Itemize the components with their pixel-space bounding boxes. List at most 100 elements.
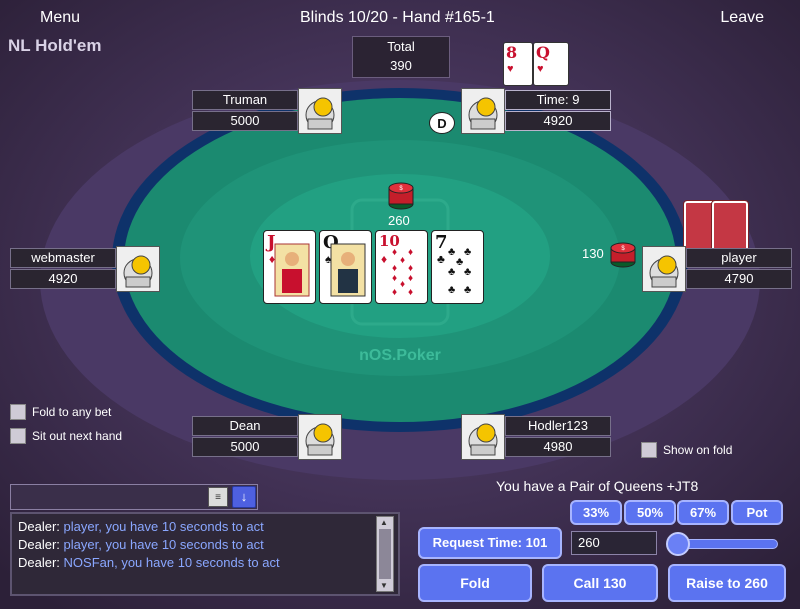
svg-text:♦: ♦ <box>400 255 405 266</box>
chat-scrollbar[interactable]: ▲ ▼ <box>376 516 394 592</box>
bet-amount-input[interactable]: 260 <box>571 531 657 555</box>
seat-name: Hodler123 <box>505 416 611 436</box>
scroll-up-icon[interactable]: ▲ <box>380 518 388 527</box>
seat-player[interactable]: player 4790 <box>642 246 792 292</box>
astronaut-icon <box>305 423 335 456</box>
opponent-hole-card: Q ♥ <box>533 42 569 86</box>
astronaut-icon <box>305 97 335 130</box>
checkbox[interactable] <box>10 404 26 420</box>
pip-pattern: ♣ ♣ ♣ ♣ ♣ ♣ ♣ <box>448 246 471 296</box>
board-card: Q ♠ <box>319 230 372 304</box>
fold-button[interactable]: Fold <box>418 564 532 602</box>
board-card: 10 ♦ ♦ ♦ ♦ ♦ ♦ ♦ ♦ ♦ ♦ ♦ <box>375 230 428 304</box>
slider-handle[interactable] <box>666 532 690 556</box>
avatar <box>298 414 342 460</box>
checkbox[interactable] <box>10 428 26 444</box>
seat-stack: 4920 <box>10 269 116 289</box>
seat-name: Time: 9 <box>505 90 611 110</box>
avatar <box>461 414 505 460</box>
avatar <box>642 246 686 292</box>
board-card: J ♦ <box>263 230 316 304</box>
seat-stack: 5000 <box>192 111 298 131</box>
request-time-button[interactable]: Request Time: 101 <box>418 527 562 559</box>
seat-stack: 4980 <box>505 437 611 457</box>
scroll-down-icon[interactable]: ▼ <box>380 581 388 590</box>
chat-send-button[interactable]: ↓ <box>232 486 256 508</box>
avatar <box>298 88 342 134</box>
seat-name: Dean <box>192 416 298 436</box>
card-rank: 8 <box>506 43 518 62</box>
raise-button[interactable]: Raise to 260 <box>668 564 786 602</box>
checkbox-label: Sit out next hand <box>32 429 123 443</box>
seat-hodler123[interactable]: Hodler123 4980 <box>461 414 611 460</box>
seat-timer[interactable]: Time: 9 4920 <box>461 88 611 134</box>
pip-pattern: ♦ ♦ ♦ ♦ ♦ ♦ ♦ ♦ ♦ ♦ <box>392 247 413 297</box>
bet-33-percent-button[interactable]: 33% <box>570 500 622 525</box>
total-pot-value: 390 <box>390 58 412 73</box>
seat-name: Truman <box>192 90 298 110</box>
seat-stack: 5000 <box>192 437 298 457</box>
show-on-fold-option[interactable]: Show on fold <box>641 442 732 458</box>
checkbox-label: Fold to any bet <box>32 405 112 419</box>
chat-sender: Dealer: <box>18 537 60 552</box>
chat-sender: Dealer: <box>18 519 60 534</box>
chat-line: Dealer: player, you have 10 seconds to a… <box>18 518 392 536</box>
astronaut-icon <box>649 255 679 288</box>
opponent-hole-card: 8 ♥ <box>503 42 533 86</box>
bet-67-percent-button[interactable]: 67% <box>677 500 729 525</box>
seat-stack: 4790 <box>686 269 792 289</box>
chat-message: player, you have 10 seconds to act <box>59 519 264 534</box>
astronaut-icon <box>468 423 498 456</box>
svg-text:♦: ♦ <box>392 273 397 284</box>
board-card: 7 ♣ ♣ ♣ ♣ ♣ ♣ ♣ ♣ <box>431 230 484 304</box>
svg-text:♣: ♣ <box>448 246 455 258</box>
chat-message: NOSFan, you have 10 seconds to act <box>59 555 280 570</box>
fold-to-any-bet-option[interactable]: Fold to any bet <box>10 404 111 420</box>
svg-text:♦: ♦ <box>400 279 405 290</box>
bet-slider[interactable] <box>666 532 782 556</box>
blinds-label: Blinds 10/20 - Hand #165-1 <box>300 9 495 26</box>
chat-options-icon[interactable]: ≡ <box>208 487 228 507</box>
seat-dean[interactable]: Dean 5000 <box>192 414 342 460</box>
center-pot-amount: 260 <box>388 213 410 228</box>
scrollbar-thumb[interactable] <box>379 529 391 579</box>
seat-truman[interactable]: Truman 5000 <box>192 88 342 134</box>
chip-stack-icon: $ <box>610 242 636 268</box>
face-card-art <box>274 243 310 297</box>
leave-button[interactable]: Leave <box>720 9 764 27</box>
table-brand: nOS.Poker <box>359 347 441 364</box>
svg-text:♣: ♣ <box>456 256 463 268</box>
svg-text:♣: ♣ <box>448 284 455 296</box>
face-card-art <box>330 243 366 297</box>
checkbox[interactable] <box>641 442 657 458</box>
bet-50-percent-button[interactable]: 50% <box>624 500 676 525</box>
sit-out-next-hand-option[interactable]: Sit out next hand <box>10 428 122 444</box>
svg-text:♦: ♦ <box>392 247 397 258</box>
chat-line: Dealer: player, you have 10 seconds to a… <box>18 536 392 554</box>
svg-text:♣: ♣ <box>448 266 455 278</box>
dealer-button: D <box>429 112 455 134</box>
chip-stack-icon: $ <box>388 182 414 210</box>
astronaut-icon <box>123 255 153 288</box>
chat-log: Dealer: player, you have 10 seconds to a… <box>10 512 400 596</box>
heart-icon: ♥ <box>507 63 514 75</box>
svg-text:♣: ♣ <box>464 246 471 258</box>
menu-button[interactable]: Menu <box>40 9 80 27</box>
seat-name: player <box>686 248 792 268</box>
svg-text:♣: ♣ <box>464 284 471 296</box>
seat-stack: 4920 <box>505 111 611 131</box>
avatar <box>461 88 505 134</box>
svg-text:♦: ♦ <box>408 273 413 284</box>
chat-message: player, you have 10 seconds to act <box>59 537 264 552</box>
svg-text:♣: ♣ <box>464 266 471 278</box>
card-rank: Q <box>536 43 550 62</box>
bet-pot-button[interactable]: Pot <box>731 500 783 525</box>
astronaut-icon <box>468 97 498 130</box>
chat-line: Dealer: NOSFan, you have 10 seconds to a… <box>18 554 392 572</box>
call-button[interactable]: Call 130 <box>542 564 658 602</box>
svg-text:♦: ♦ <box>408 287 413 297</box>
svg-text:♦: ♦ <box>392 287 397 297</box>
seat-webmaster[interactable]: webmaster 4920 <box>10 246 160 292</box>
total-pot-label: Total <box>387 39 415 54</box>
checkbox-label: Show on fold <box>663 443 733 457</box>
